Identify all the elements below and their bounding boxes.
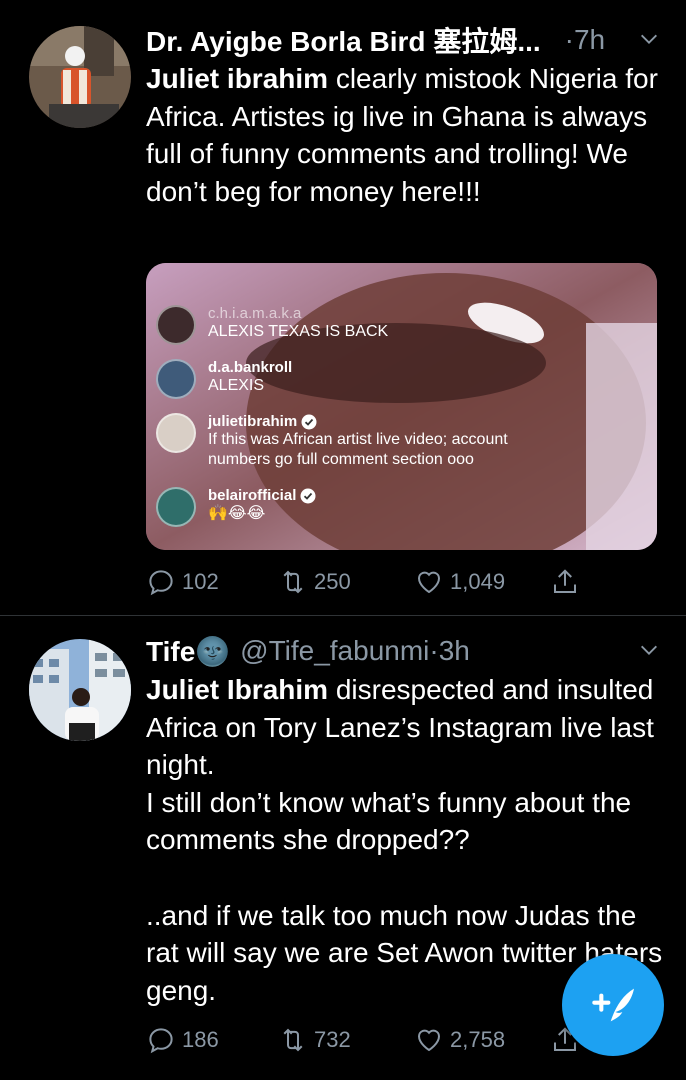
- mention-bold: Juliet ibrahim: [146, 63, 329, 94]
- like-button[interactable]: 1,049: [414, 562, 505, 602]
- timestamp[interactable]: 7h: [574, 24, 605, 56]
- tweet-media[interactable]: c.h.i.a.m.a.k.a ALEXIS TEXAS IS BACK d.a…: [146, 263, 657, 550]
- avatar[interactable]: [29, 639, 131, 741]
- heart-icon: [417, 1029, 441, 1052]
- avatar[interactable]: [29, 26, 131, 128]
- commenter-avatar: [156, 359, 196, 399]
- verified-badge-icon: [301, 414, 317, 429]
- comment-text: ALEXIS: [208, 377, 265, 394]
- tweet-text-rest: disrespected and insulted Africa on Tory…: [146, 674, 663, 1006]
- reply-count: 186: [182, 1027, 219, 1052]
- retweet-button[interactable]: 732: [278, 1020, 351, 1060]
- timestamp[interactable]: 3h: [439, 635, 470, 667]
- commenter-avatar: [156, 487, 196, 527]
- share-icon: [554, 569, 576, 593]
- commenter-name-text: julietibrahim: [208, 413, 298, 430]
- live-comment: d.a.bankroll ALEXIS: [156, 359, 292, 399]
- live-comment: belairofficial 🙌😂😂: [156, 487, 316, 527]
- chevron-down-icon[interactable]: [638, 639, 660, 661]
- retweet-count: 732: [314, 1027, 351, 1052]
- comment-text: 🙌😂😂: [208, 505, 266, 522]
- retweet-button[interactable]: 250: [278, 562, 351, 602]
- mention-bold: Juliet Ibrahim: [146, 674, 329, 705]
- live-comment: julietibrahim If this was African artist…: [156, 413, 568, 470]
- reply-count: 102: [182, 569, 219, 594]
- chevron-down-icon[interactable]: [638, 28, 660, 50]
- tweet-text: Juliet ibrahim clearly mistook Nigeria f…: [146, 60, 666, 210]
- commenter-name: c.h.i.a.m.a.k.a: [208, 305, 302, 322]
- like-count: 2,758: [450, 1027, 506, 1052]
- live-comment: c.h.i.a.m.a.k.a ALEXIS TEXAS IS BACK: [156, 305, 388, 345]
- comment-text: ALEXIS TEXAS IS BACK: [208, 323, 389, 340]
- retweet-icon: [283, 570, 303, 594]
- commenter-name: belairofficial: [208, 487, 316, 504]
- like-button[interactable]: 2,758: [414, 1020, 505, 1060]
- commenter-name: d.a.bankroll: [208, 359, 293, 376]
- separator-dot: ·: [564, 24, 574, 55]
- retweet-icon: [283, 1028, 303, 1052]
- heart-icon: [417, 571, 441, 594]
- tweet-text: Juliet Ibrahim disrespected and insulted…: [146, 671, 666, 1009]
- compose-tweet-button[interactable]: [562, 954, 664, 1056]
- handle[interactable]: @Tife_fabunmi: [240, 635, 429, 667]
- tweet[interactable]: Dr. Ayigbe Borla Bird 塞拉姆... · 7h Juliet…: [0, 0, 686, 615]
- commenter-name-text: belairofficial: [208, 487, 297, 504]
- verified-badge-icon: [300, 488, 316, 503]
- compose-feather-icon: [592, 988, 634, 1022]
- commenter-avatar: [156, 413, 196, 453]
- avatar-photo: [29, 639, 131, 741]
- retweet-count: 250: [314, 569, 351, 594]
- commenter-name: julietibrahim: [208, 413, 568, 430]
- tweet-divider: [0, 615, 686, 616]
- tweet-actions: 186 732 2,758: [146, 1020, 626, 1060]
- share-button[interactable]: [550, 562, 586, 602]
- tweet-actions: 102 250 1,049: [146, 562, 626, 602]
- display-name[interactable]: Dr. Ayigbe Borla Bird 塞拉姆...: [146, 20, 541, 60]
- like-count: 1,049: [450, 569, 506, 594]
- reply-icon: [149, 1028, 173, 1054]
- reply-icon: [149, 570, 173, 596]
- display-name[interactable]: Tife🌚: [146, 635, 230, 668]
- reply-button[interactable]: 102: [146, 562, 219, 602]
- comment-text: If this was African artist live video; a…: [208, 431, 508, 468]
- separator-dot: ·: [429, 635, 439, 666]
- tweet-header: Tife🌚 @Tife_fabunmi · 3h: [146, 631, 666, 671]
- reply-button[interactable]: 186: [146, 1020, 219, 1060]
- commenter-avatar: [156, 305, 196, 345]
- tweet-header: Dr. Ayigbe Borla Bird 塞拉姆... · 7h: [146, 20, 666, 60]
- avatar-photo: [29, 26, 131, 128]
